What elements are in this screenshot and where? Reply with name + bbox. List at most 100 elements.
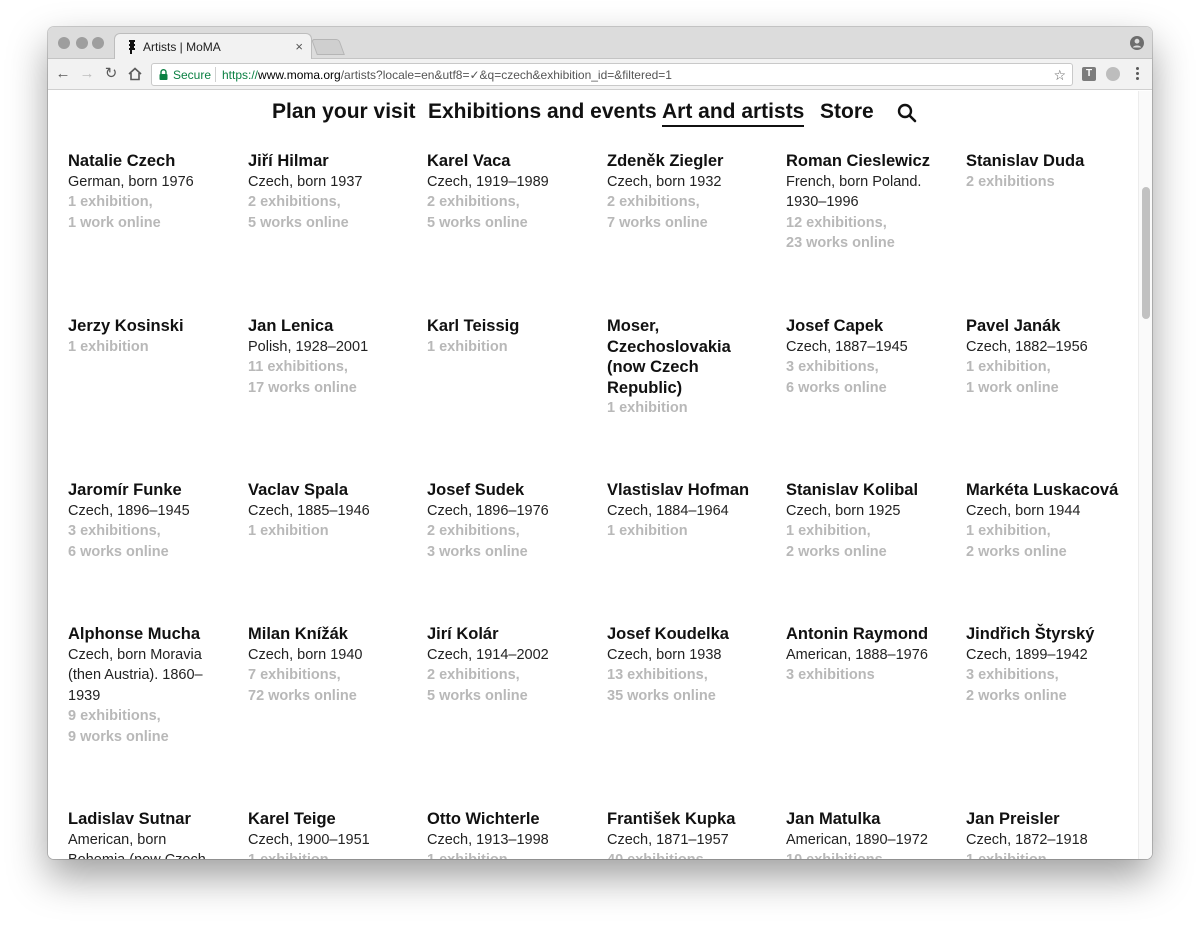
artist-exhibitions[interactable]: 13 exhibitions, xyxy=(607,665,777,686)
artist-name[interactable]: Vaclav Spala xyxy=(248,480,418,501)
artist-works-online[interactable]: 72 works online xyxy=(248,686,418,707)
search-icon[interactable] xyxy=(897,103,917,123)
artist-name[interactable]: Jaromír Funke xyxy=(68,480,238,501)
artist-exhibitions[interactable]: 40 exhibitions xyxy=(607,850,777,859)
artist-exhibitions[interactable]: 1 exhibition xyxy=(427,850,597,859)
artist-exhibitions[interactable]: 2 exhibitions xyxy=(966,172,1136,193)
artist-name[interactable]: Roman Cieslewicz xyxy=(786,151,946,172)
artist-exhibitions[interactable]: 1 exhibition, xyxy=(966,521,1136,542)
artist-name[interactable]: Jerzy Kosinski xyxy=(68,316,238,337)
artist-exhibitions[interactable]: 1 exhibition xyxy=(68,337,238,358)
artist-works-online[interactable]: 23 works online xyxy=(786,233,946,254)
artist-works-online[interactable]: 1 work online xyxy=(966,378,1136,399)
artist-name[interactable]: Milan Knížák xyxy=(248,624,418,645)
artist-works-online[interactable]: 17 works online xyxy=(248,378,418,399)
artist-name[interactable]: Karel Teige xyxy=(248,809,418,830)
address-bar[interactable]: Secure https://www.moma.org/artists?loca… xyxy=(151,63,1073,86)
artist-works-online[interactable]: 5 works online xyxy=(427,686,597,707)
vertical-scrollbar[interactable] xyxy=(1138,91,1152,859)
artist-name[interactable]: Moser, Czechoslovakia (now Czech Republi… xyxy=(607,316,747,398)
artist-works-online[interactable]: 9 works online xyxy=(68,727,218,748)
artist-name[interactable]: Josef Capek xyxy=(786,316,956,337)
artist-exhibitions[interactable]: 3 exhibitions, xyxy=(786,357,956,378)
artist-name[interactable]: Otto Wichterle xyxy=(427,809,597,830)
artist-exhibitions[interactable]: 1 exhibition, xyxy=(68,192,238,213)
artist-name[interactable]: Karl Teissig xyxy=(427,316,597,337)
artist-name[interactable]: Stanislav Kolibal xyxy=(786,480,956,501)
extension-circle-icon[interactable] xyxy=(1106,67,1120,81)
extension-t-icon[interactable]: T xyxy=(1082,67,1096,81)
artist-exhibitions[interactable]: 1 exhibition xyxy=(607,521,777,542)
scrollbar-thumb[interactable] xyxy=(1142,187,1150,319)
nav-store[interactable]: Store xyxy=(820,100,874,124)
artist-works-online[interactable]: 6 works online xyxy=(786,378,956,399)
zoom-window-button[interactable] xyxy=(92,37,104,49)
artist-works-online[interactable]: 35 works online xyxy=(607,686,777,707)
nav-art-and-artists[interactable]: Art and artists xyxy=(662,100,805,127)
forward-arrow-icon[interactable]: → xyxy=(78,65,96,83)
artist-exhibitions[interactable]: 3 exhibitions xyxy=(786,665,956,686)
artist-exhibitions[interactable]: 2 exhibitions, xyxy=(607,192,777,213)
artist-name[interactable]: Jiří Hilmar xyxy=(248,151,418,172)
artist-works-online[interactable]: 1 work online xyxy=(68,213,238,234)
artist-exhibitions[interactable]: 10 exhibitions xyxy=(786,850,956,859)
artist-name[interactable]: Antonin Raymond xyxy=(786,624,956,645)
artist-name[interactable]: Josef Koudelka xyxy=(607,624,777,645)
artist-exhibitions[interactable]: 2 exhibitions, xyxy=(427,192,597,213)
bookmark-star-icon[interactable]: ☆ xyxy=(1053,67,1066,84)
nav-plan-your-visit[interactable]: Plan your visit xyxy=(272,100,416,124)
artist-works-online[interactable]: 2 works online xyxy=(786,542,956,563)
nav-exhibitions-and-events[interactable]: Exhibitions and events xyxy=(428,100,657,124)
artist-exhibitions[interactable]: 2 exhibitions, xyxy=(427,665,597,686)
tab-artists[interactable]: Artists | MoMA × xyxy=(114,33,312,60)
url-text[interactable]: https://www.moma.org/artists?locale=en&u… xyxy=(222,68,672,82)
artist-exhibitions[interactable]: 1 exhibition xyxy=(248,850,418,859)
artist-exhibitions[interactable]: 1 exhibition, xyxy=(966,357,1136,378)
artist-name[interactable]: Ladislav Sutnar xyxy=(68,809,218,830)
artist-name[interactable]: Alphonse Mucha xyxy=(68,624,218,645)
artist-works-online[interactable]: 5 works online xyxy=(427,213,597,234)
artist-exhibitions[interactable]: 12 exhibitions, xyxy=(786,213,946,234)
artist-works-online[interactable]: 6 works online xyxy=(68,542,238,563)
artist-works-online[interactable]: 7 works online xyxy=(607,213,777,234)
artist-exhibitions[interactable]: 1 exhibition xyxy=(607,398,747,419)
new-tab-button[interactable] xyxy=(311,39,345,55)
reload-icon[interactable]: ↻ xyxy=(102,65,120,83)
artist-works-online[interactable]: 5 works online xyxy=(248,213,418,234)
artist-exhibitions[interactable]: 2 exhibitions, xyxy=(427,521,597,542)
artist-name[interactable]: Pavel Janák xyxy=(966,316,1136,337)
close-window-button[interactable] xyxy=(58,37,70,49)
artist-name[interactable]: Stanislav Duda xyxy=(966,151,1136,172)
artist-name[interactable]: Jan Preisler xyxy=(966,809,1136,830)
artist-name[interactable]: Natalie Czech xyxy=(68,151,238,172)
artist-exhibitions[interactable]: 11 exhibitions, xyxy=(248,357,418,378)
artist-name[interactable]: František Kupka xyxy=(607,809,777,830)
artist-exhibitions[interactable]: 2 exhibitions, xyxy=(248,192,418,213)
artist-exhibitions[interactable]: 3 exhibitions, xyxy=(68,521,238,542)
artist-name[interactable]: Markéta Luskacová xyxy=(966,480,1136,501)
browser-menu-icon[interactable] xyxy=(1131,65,1143,83)
artist-exhibitions[interactable]: 7 exhibitions, xyxy=(248,665,418,686)
artist-works-online[interactable]: 2 works online xyxy=(966,686,1136,707)
artist-exhibitions[interactable]: 1 exhibition, xyxy=(786,521,956,542)
minimize-window-button[interactable] xyxy=(76,37,88,49)
artist-exhibitions[interactable]: 1 exhibition xyxy=(427,337,597,358)
tab-close-icon[interactable]: × xyxy=(295,39,303,54)
artist-exhibitions[interactable]: 1 exhibition xyxy=(248,521,418,542)
artist-name[interactable]: Zdeněk Ziegler xyxy=(607,151,777,172)
artist-name[interactable]: Josef Sudek xyxy=(427,480,597,501)
artist-name[interactable]: Jindřich Štyrský xyxy=(966,624,1136,645)
artist-exhibitions[interactable]: 9 exhibitions, xyxy=(68,706,218,727)
artist-works-online[interactable]: 3 works online xyxy=(427,542,597,563)
artist-exhibitions[interactable]: 3 exhibitions, xyxy=(966,665,1136,686)
artist-name[interactable]: Karel Vaca xyxy=(427,151,597,172)
back-arrow-icon[interactable]: ← xyxy=(54,65,72,83)
artist-name[interactable]: Jan Lenica xyxy=(248,316,418,337)
home-icon[interactable] xyxy=(126,65,144,83)
artist-exhibitions[interactable]: 1 exhibition xyxy=(966,850,1136,859)
profile-icon[interactable] xyxy=(1130,36,1144,50)
artist-name[interactable]: Vlastislav Hofman xyxy=(607,480,777,501)
artist-name[interactable]: Jirí Kolár xyxy=(427,624,597,645)
artist-name[interactable]: Jan Matulka xyxy=(786,809,956,830)
artist-works-online[interactable]: 2 works online xyxy=(966,542,1136,563)
